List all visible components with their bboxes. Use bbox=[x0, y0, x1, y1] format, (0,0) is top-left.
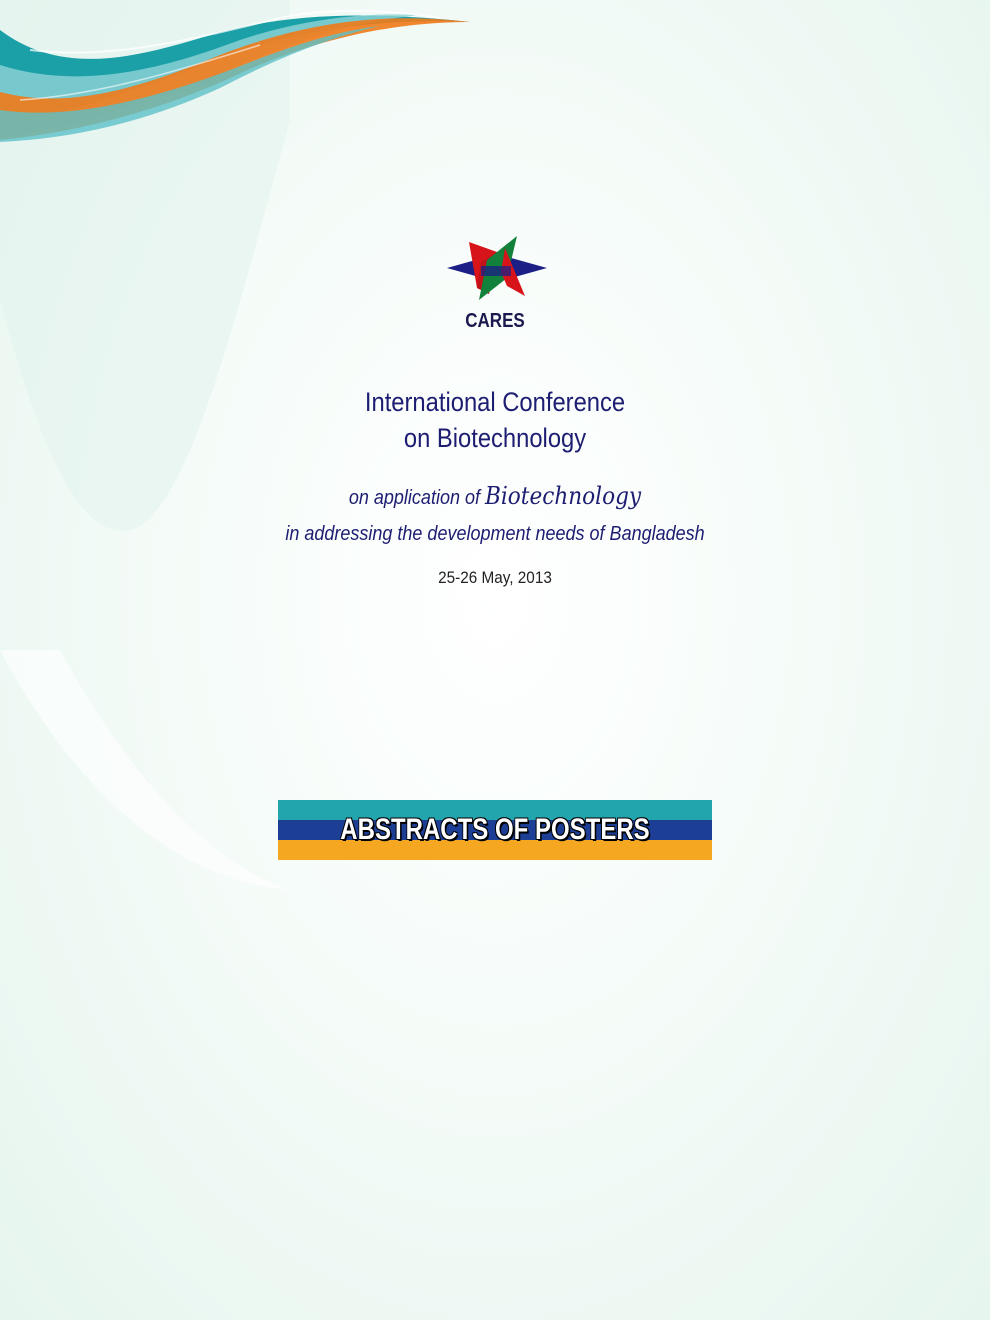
abstracts-banner: ABSTRACTS OF POSTERS bbox=[278, 800, 712, 860]
wave-decoration bbox=[0, 9, 470, 142]
subtitle-line-2: in addressing the development needs of B… bbox=[285, 523, 705, 545]
subtitle-prefix: on application of bbox=[348, 487, 485, 509]
conference-title-line-2: on Biotechnology bbox=[403, 423, 587, 453]
cover-page: CARES International Conference on Biotec… bbox=[0, 0, 990, 1320]
banner-title: ABSTRACTS OF POSTERS bbox=[340, 813, 650, 846]
conference-title: International Conference on Biotechnolog… bbox=[275, 384, 715, 456]
subtitle-line-1: on application of Biotechnology bbox=[225, 478, 765, 516]
subtitle-emphasis: Biotechnology bbox=[484, 482, 642, 510]
conference-date: 25-26 May, 2013 bbox=[438, 568, 552, 587]
logo-text: CARES bbox=[465, 310, 525, 332]
conference-subtitle: on application of Biotechnology in addre… bbox=[225, 478, 765, 552]
conference-title-line-1: International Conference bbox=[364, 387, 626, 417]
background-curve-decoration bbox=[0, 0, 290, 890]
cares-logo-icon bbox=[447, 236, 547, 300]
